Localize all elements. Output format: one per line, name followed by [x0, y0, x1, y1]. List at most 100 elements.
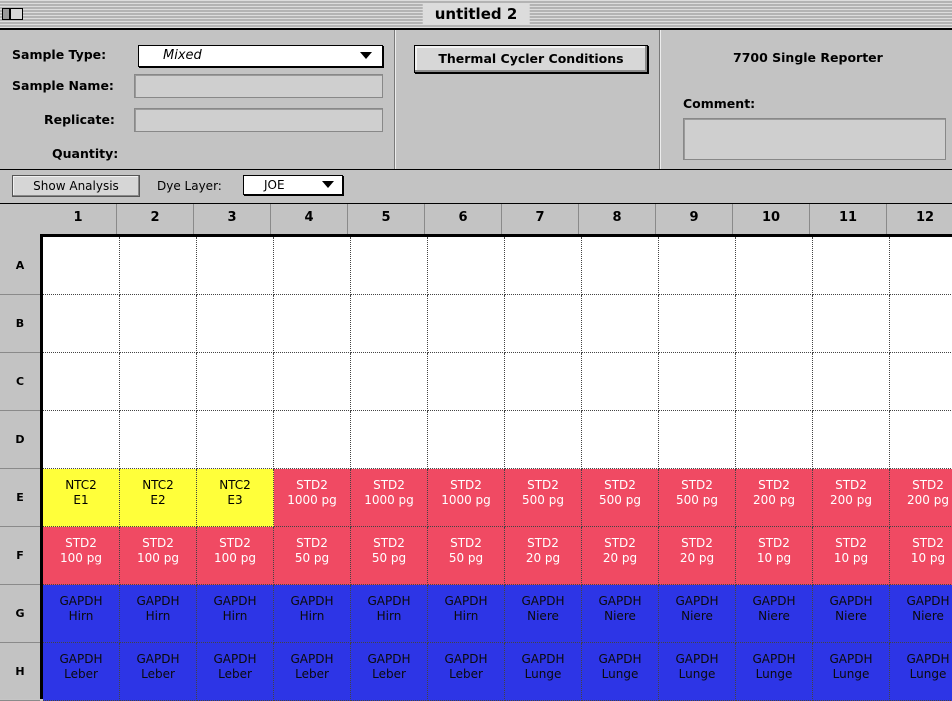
sample-type-popup[interactable]: Mixed [138, 45, 383, 67]
well-F5[interactable]: STD2 50 pg [351, 527, 428, 585]
well-B5[interactable] [351, 295, 428, 353]
well-E3[interactable]: NTC2 E3 [197, 469, 274, 527]
well-F11[interactable]: STD2 10 pg [813, 527, 890, 585]
title-bar[interactable]: untitled 2 [0, 0, 952, 30]
well-A7[interactable] [505, 237, 582, 295]
comment-field[interactable] [683, 118, 946, 160]
window-zoom-icon[interactable] [2, 8, 10, 20]
well-G8[interactable]: GAPDH Niere [582, 585, 659, 643]
well-E9[interactable]: STD2 500 pg [659, 469, 736, 527]
well-A3[interactable] [197, 237, 274, 295]
well-E2[interactable]: NTC2 E2 [120, 469, 197, 527]
well-A9[interactable] [659, 237, 736, 295]
well-D9[interactable] [659, 411, 736, 469]
well-H12[interactable]: GAPDH Lunge [890, 643, 952, 701]
well-A6[interactable] [428, 237, 505, 295]
well-G12[interactable]: GAPDH Niere [890, 585, 952, 643]
well-C4[interactable] [274, 353, 351, 411]
well-D12[interactable] [890, 411, 952, 469]
well-A1[interactable] [43, 237, 120, 295]
well-C2[interactable] [120, 353, 197, 411]
column-header-4[interactable]: 4 [271, 204, 348, 234]
well-E4[interactable]: STD2 1000 pg [274, 469, 351, 527]
well-A12[interactable] [890, 237, 952, 295]
well-G4[interactable]: GAPDH Hirn [274, 585, 351, 643]
replicate-field[interactable] [134, 108, 383, 132]
well-C3[interactable] [197, 353, 274, 411]
well-B7[interactable] [505, 295, 582, 353]
well-B9[interactable] [659, 295, 736, 353]
well-F7[interactable]: STD2 20 pg [505, 527, 582, 585]
well-B1[interactable] [43, 295, 120, 353]
well-G11[interactable]: GAPDH Niere [813, 585, 890, 643]
well-D4[interactable] [274, 411, 351, 469]
well-H1[interactable]: GAPDH Leber [43, 643, 120, 701]
well-A11[interactable] [813, 237, 890, 295]
well-D6[interactable] [428, 411, 505, 469]
well-H4[interactable]: GAPDH Leber [274, 643, 351, 701]
well-D1[interactable] [43, 411, 120, 469]
well-H3[interactable]: GAPDH Leber [197, 643, 274, 701]
well-E11[interactable]: STD2 200 pg [813, 469, 890, 527]
show-analysis-button[interactable]: Show Analysis [12, 175, 140, 197]
row-header-E[interactable]: E [0, 469, 40, 527]
well-B10[interactable] [736, 295, 813, 353]
column-header-6[interactable]: 6 [425, 204, 502, 234]
close-box-icon[interactable] [10, 8, 23, 20]
well-G6[interactable]: GAPDH Hirn [428, 585, 505, 643]
well-F8[interactable]: STD2 20 pg [582, 527, 659, 585]
well-H6[interactable]: GAPDH Leber [428, 643, 505, 701]
well-E1[interactable]: NTC2 E1 [43, 469, 120, 527]
well-H9[interactable]: GAPDH Lunge [659, 643, 736, 701]
well-C5[interactable] [351, 353, 428, 411]
well-A10[interactable] [736, 237, 813, 295]
well-F1[interactable]: STD2 100 pg [43, 527, 120, 585]
well-A4[interactable] [274, 237, 351, 295]
well-C9[interactable] [659, 353, 736, 411]
column-header-3[interactable]: 3 [194, 204, 271, 234]
well-H10[interactable]: GAPDH Lunge [736, 643, 813, 701]
column-header-1[interactable]: 1 [40, 204, 117, 234]
well-G2[interactable]: GAPDH Hirn [120, 585, 197, 643]
well-E12[interactable]: STD2 200 pg [890, 469, 952, 527]
well-A8[interactable] [582, 237, 659, 295]
row-header-C[interactable]: C [0, 353, 40, 411]
well-C8[interactable] [582, 353, 659, 411]
well-G9[interactable]: GAPDH Niere [659, 585, 736, 643]
well-B4[interactable] [274, 295, 351, 353]
well-F12[interactable]: STD2 10 pg [890, 527, 952, 585]
well-B6[interactable] [428, 295, 505, 353]
well-B11[interactable] [813, 295, 890, 353]
well-B2[interactable] [120, 295, 197, 353]
well-E7[interactable]: STD2 500 pg [505, 469, 582, 527]
row-header-D[interactable]: D [0, 411, 40, 469]
sample-name-field[interactable] [134, 74, 383, 98]
well-C12[interactable] [890, 353, 952, 411]
well-F2[interactable]: STD2 100 pg [120, 527, 197, 585]
well-A5[interactable] [351, 237, 428, 295]
well-C7[interactable] [505, 353, 582, 411]
well-G1[interactable]: GAPDH Hirn [43, 585, 120, 643]
column-header-9[interactable]: 9 [656, 204, 733, 234]
well-D3[interactable] [197, 411, 274, 469]
column-header-8[interactable]: 8 [579, 204, 656, 234]
well-F3[interactable]: STD2 100 pg [197, 527, 274, 585]
row-header-G[interactable]: G [0, 585, 40, 643]
column-header-10[interactable]: 10 [733, 204, 810, 234]
column-header-11[interactable]: 11 [810, 204, 887, 234]
well-B8[interactable] [582, 295, 659, 353]
well-F9[interactable]: STD2 20 pg [659, 527, 736, 585]
column-header-12[interactable]: 12 [887, 204, 952, 234]
well-H7[interactable]: GAPDH Lunge [505, 643, 582, 701]
well-H11[interactable]: GAPDH Lunge [813, 643, 890, 701]
well-E6[interactable]: STD2 1000 pg [428, 469, 505, 527]
well-H2[interactable]: GAPDH Leber [120, 643, 197, 701]
well-H5[interactable]: GAPDH Leber [351, 643, 428, 701]
well-D11[interactable] [813, 411, 890, 469]
well-D10[interactable] [736, 411, 813, 469]
well-D2[interactable] [120, 411, 197, 469]
well-F4[interactable]: STD2 50 pg [274, 527, 351, 585]
dye-layer-popup[interactable]: JOE [243, 175, 343, 195]
well-D8[interactable] [582, 411, 659, 469]
well-A2[interactable] [120, 237, 197, 295]
